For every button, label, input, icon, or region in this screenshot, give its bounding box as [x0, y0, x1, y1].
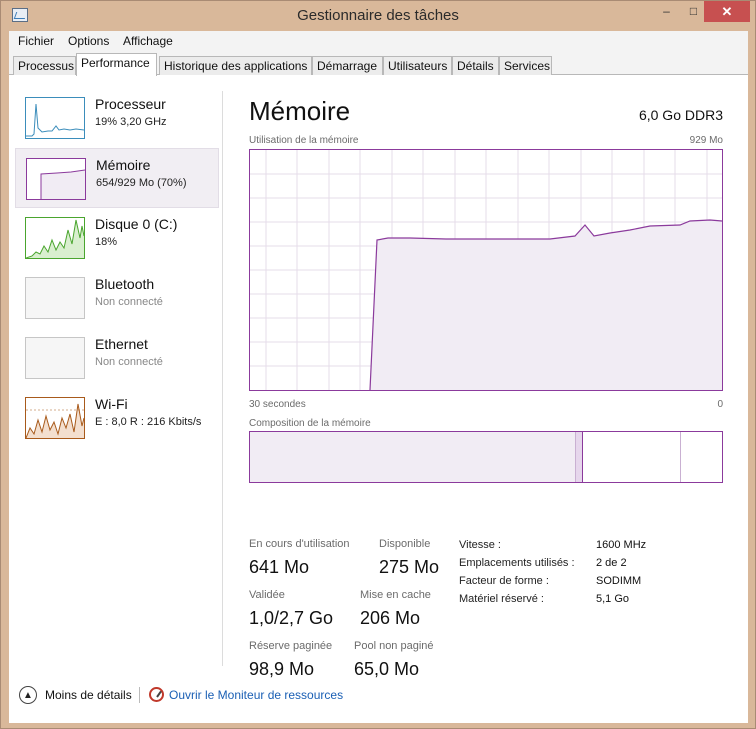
- speed-label: Vitesse :: [459, 539, 501, 551]
- paged-pool-label: Réserve paginée: [249, 640, 333, 652]
- window-title: Gestionnaire des tâches: [297, 7, 459, 24]
- menu-options[interactable]: Options: [68, 34, 109, 48]
- panel-divider: [222, 91, 223, 666]
- composition-in-use-segment: [250, 432, 576, 482]
- disk-thumbnail-graph: [25, 217, 85, 259]
- hardware-reserved-label: Matériel réservé :: [459, 593, 544, 605]
- memory-name: Mémoire: [96, 157, 151, 173]
- tab-services[interactable]: Services: [499, 56, 552, 75]
- composition-label: Composition de la mémoire: [249, 418, 371, 429]
- committed-value: 1,0/2,7 Go: [249, 608, 334, 628]
- bluetooth-detail: Non connecté: [95, 296, 163, 308]
- resource-cpu[interactable]: Processeur 19% 3,20 GHz: [15, 88, 219, 148]
- fewer-details-link[interactable]: Moins de détails: [45, 688, 132, 702]
- resource-list: Processeur 19% 3,20 GHz Mémoire 654/929 …: [9, 76, 223, 666]
- nonpaged-pool-label: Pool non paginé: [354, 640, 434, 652]
- footer-divider: [139, 687, 140, 703]
- form-factor-label: Facteur de forme :: [459, 575, 549, 587]
- memory-detail: 654/929 Mo (70%): [96, 177, 187, 189]
- title-bar: Gestionnaire des tâches – □ ✕: [1, 1, 755, 31]
- menu-view[interactable]: Affichage: [123, 34, 173, 48]
- disk-name: Disque 0 (C:): [95, 216, 178, 232]
- ethernet-name: Ethernet: [95, 336, 148, 352]
- wifi-name: Wi-Fi: [95, 396, 128, 412]
- cpu-detail: 19% 3,20 GHz: [95, 116, 167, 128]
- tab-startup[interactable]: Démarrage: [312, 56, 383, 75]
- chevron-up-icon[interactable]: ▲: [19, 686, 37, 704]
- close-button[interactable]: ✕: [704, 1, 750, 22]
- tab-performance[interactable]: Performance: [76, 53, 157, 76]
- speed-value: 1600 MHz: [596, 539, 647, 551]
- resource-memory[interactable]: Mémoire 654/929 Mo (70%): [15, 148, 219, 208]
- resource-bluetooth[interactable]: Bluetooth Non connecté: [15, 268, 219, 328]
- resource-disk[interactable]: Disque 0 (C:) 18%: [15, 208, 219, 268]
- resource-wifi[interactable]: Wi-Fi E : 8,0 R : 216 Kbits/s: [15, 388, 219, 448]
- maximize-button[interactable]: □: [680, 1, 707, 22]
- slots-value: 2 de 2: [596, 557, 627, 569]
- in-use-value: 641 Mo: [249, 557, 310, 577]
- usage-graph-label: Utilisation de la mémoire: [249, 135, 359, 146]
- resource-ethernet[interactable]: Ethernet Non connecté: [15, 328, 219, 388]
- memory-spec: 6,0 Go DDR3: [638, 107, 723, 123]
- composition-standby-segment: [583, 432, 681, 482]
- cpu-thumbnail-graph: [25, 97, 85, 139]
- cached-label: Mise en cache: [360, 589, 431, 601]
- minimize-button[interactable]: –: [653, 1, 680, 22]
- memory-thumbnail-graph: [26, 158, 86, 200]
- page-title: Mémoire: [249, 96, 351, 126]
- form-factor-value: SODIMM: [596, 575, 642, 587]
- committed-label: Validée: [249, 589, 285, 601]
- tab-users[interactable]: Utilisateurs: [383, 56, 452, 75]
- task-manager-window: Gestionnaire des tâches – □ ✕ Fichier Op…: [0, 0, 756, 729]
- composition-modified-segment: [576, 432, 583, 482]
- cpu-name: Processeur: [95, 96, 166, 112]
- tab-processes[interactable]: Processus: [13, 56, 76, 75]
- menu-file[interactable]: Fichier: [18, 34, 54, 48]
- time-axis-end: 0: [717, 399, 723, 410]
- memory-usage-graph: [249, 149, 723, 391]
- memory-composition-bar: [249, 431, 723, 483]
- slots-label: Emplacements utilisés :: [459, 557, 575, 569]
- open-resource-monitor-link[interactable]: Ouvrir le Moniteur de ressources: [169, 688, 343, 702]
- cached-value: 206 Mo: [360, 608, 421, 628]
- footer-bar: ▲ Moins de détails Ouvrir le Moniteur de…: [9, 676, 748, 716]
- available-value: 275 Mo: [379, 557, 440, 577]
- disk-detail: 18%: [95, 236, 118, 248]
- menu-bar: Fichier Options Affichage: [9, 31, 748, 52]
- resource-monitor-icon[interactable]: [149, 687, 164, 702]
- time-axis-start: 30 secondes: [249, 399, 306, 410]
- wifi-detail: E : 8,0 R : 216 Kbits/s: [95, 416, 202, 428]
- client-area: Fichier Options Affichage Processus Perf…: [9, 31, 748, 723]
- in-use-label: En cours d'utilisation: [249, 538, 350, 550]
- ethernet-thumbnail-graph: [25, 337, 85, 379]
- hardware-reserved-value: 5,1 Go: [596, 593, 630, 605]
- usage-graph-max: 929 Mo: [689, 135, 723, 146]
- bluetooth-name: Bluetooth: [95, 276, 155, 292]
- tab-details[interactable]: Détails: [452, 56, 499, 75]
- bluetooth-thumbnail-graph: [25, 277, 85, 319]
- tab-app-history[interactable]: Historique des applications: [159, 56, 312, 75]
- available-label: Disponible: [379, 538, 431, 550]
- wifi-thumbnail-graph: [25, 397, 85, 439]
- tab-strip: Processus Performance Historique des app…: [9, 52, 748, 76]
- ethernet-detail: Non connecté: [95, 356, 163, 368]
